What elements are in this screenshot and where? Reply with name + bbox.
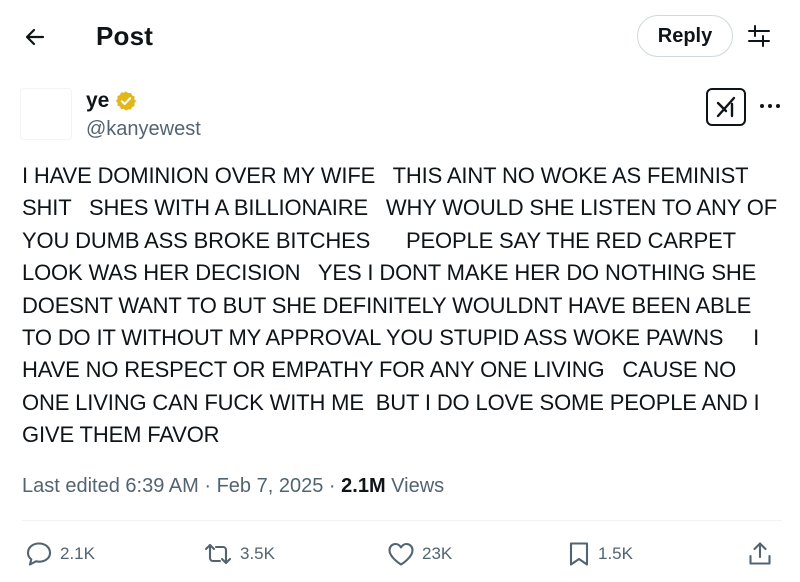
sliders-icon bbox=[748, 25, 770, 47]
arrow-left-icon bbox=[25, 28, 45, 46]
views-count[interactable]: 2.1M bbox=[341, 475, 385, 497]
settings-button[interactable] bbox=[744, 22, 774, 50]
post-date[interactable]: Feb 7, 2025 bbox=[217, 475, 324, 497]
grok-button[interactable] bbox=[706, 88, 746, 126]
repost-action[interactable]: 3.5K bbox=[202, 540, 275, 568]
heart-icon bbox=[388, 542, 414, 566]
reply-action[interactable]: 2.1K bbox=[24, 540, 95, 568]
repost-icon bbox=[204, 543, 232, 565]
meta-separator: · bbox=[328, 475, 336, 497]
bookmark-count: 1.5K bbox=[598, 544, 633, 563]
post-meta: Last edited 6:39 AM · Feb 7, 2025 · 2.1M… bbox=[22, 472, 444, 500]
reply-icon bbox=[26, 542, 52, 566]
share-action[interactable] bbox=[746, 540, 774, 568]
repost-count: 3.5K bbox=[240, 544, 275, 563]
avatar[interactable] bbox=[20, 88, 72, 140]
reply-count: 2.1K bbox=[60, 544, 95, 563]
edited-timestamp[interactable]: Last edited 6:39 AM bbox=[22, 475, 199, 497]
meta-separator: · bbox=[204, 475, 212, 497]
more-options-button[interactable] bbox=[756, 94, 784, 118]
author-name-row: ye bbox=[86, 88, 137, 114]
back-button[interactable] bbox=[18, 20, 52, 54]
bookmark-icon bbox=[569, 542, 589, 566]
top-bar: Post Reply bbox=[0, 0, 800, 72]
like-action[interactable]: 23K bbox=[386, 540, 452, 568]
bookmark-action[interactable]: 1.5K bbox=[566, 540, 633, 568]
display-name[interactable]: ye bbox=[86, 88, 109, 114]
page-title: Post bbox=[96, 21, 154, 51]
share-icon bbox=[749, 542, 771, 565]
grok-icon bbox=[716, 96, 736, 118]
like-count: 23K bbox=[422, 544, 453, 563]
divider bbox=[22, 520, 782, 521]
more-dots-icon bbox=[760, 104, 780, 108]
verified-badge-icon bbox=[115, 90, 137, 112]
reply-button[interactable]: Reply bbox=[637, 15, 733, 57]
user-handle[interactable]: @kanyewest bbox=[86, 116, 201, 142]
views-label: Views bbox=[391, 475, 445, 497]
post-text: I HAVE DOMINION OVER MY WIFE THIS AINT N… bbox=[22, 163, 778, 448]
